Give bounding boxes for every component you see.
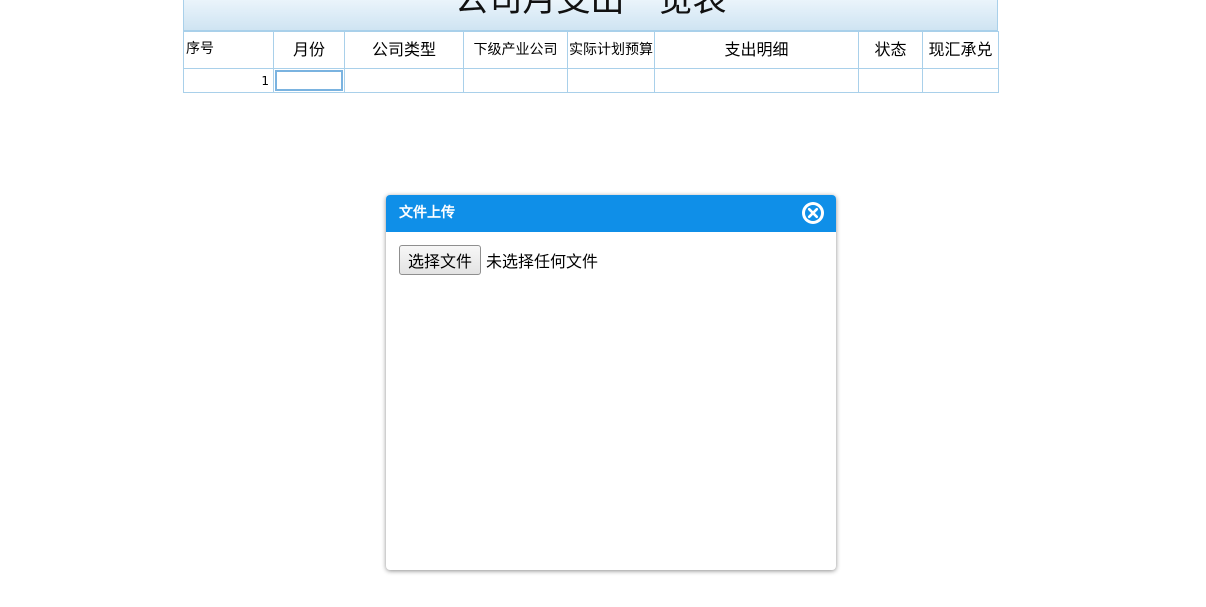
sheet-title-bar: 公司月支出一览表 [183,0,998,31]
column-header-status[interactable]: 状态 [858,31,923,69]
column-header-subsidiary[interactable]: 下级产业公司 [463,31,568,69]
column-header-budget[interactable]: 实际计划预算 [567,31,655,69]
table-header-row: 序号 月份 公司类型 下级产业公司 实际计划预算 支出明细 状态 现汇承兑 [183,31,999,69]
close-icon[interactable] [802,202,824,224]
column-header-detail[interactable]: 支出明细 [654,31,859,69]
cell-detail[interactable] [654,68,859,93]
column-header-company-type[interactable]: 公司类型 [344,31,464,69]
cell-cash-acceptance[interactable] [922,68,999,93]
selected-cell-outline [275,70,343,91]
expense-sheet: 公司月支出一览表 序号 月份 公司类型 下级产业公司 实际计划预算 支出明细 状… [183,0,999,93]
sheet-title: 公司月支出一览表 [454,0,727,20]
file-input: 选择文件 未选择任何文件 [399,245,823,275]
file-upload-dialog: 文件上传 选择文件 未选择任何文件 [386,195,836,570]
expense-table: 序号 月份 公司类型 下级产业公司 实际计划预算 支出明细 状态 现汇承兑 1 [183,31,999,93]
column-header-month[interactable]: 月份 [273,31,345,69]
file-status-text: 未选择任何文件 [486,252,599,271]
cell-company-type[interactable] [344,68,464,93]
column-header-index[interactable]: 序号 [183,31,274,69]
table-row: 1 [183,68,999,93]
cell-index[interactable]: 1 [183,68,274,93]
choose-file-button[interactable]: 选择文件 [399,245,482,275]
cell-month[interactable] [273,68,345,93]
cell-subsidiary[interactable] [463,68,568,93]
dialog-body: 选择文件 未选择任何文件 [386,232,836,288]
dialog-title: 文件上传 [399,205,455,221]
column-header-cash-acceptance[interactable]: 现汇承兑 [922,31,999,69]
cell-budget[interactable] [567,68,655,93]
cell-status[interactable] [858,68,923,93]
dialog-header[interactable]: 文件上传 [386,195,836,232]
